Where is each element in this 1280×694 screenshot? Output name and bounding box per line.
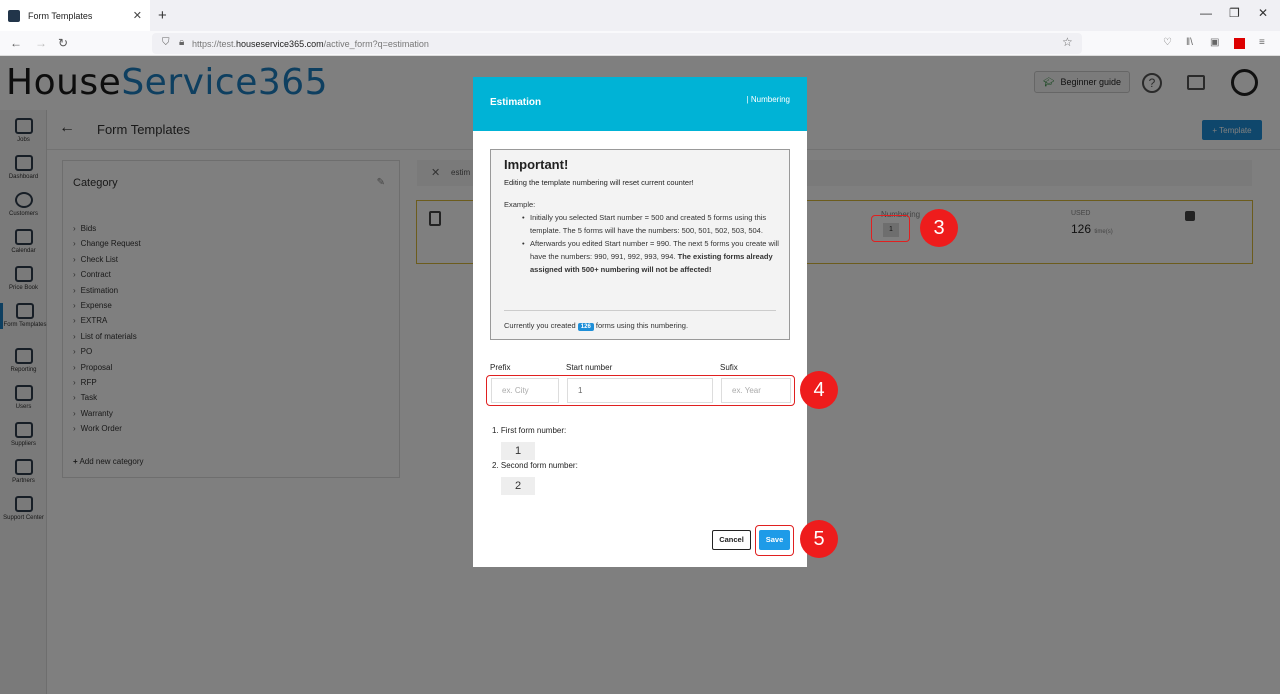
- reload-icon[interactable]: ↻: [58, 36, 68, 50]
- prefix-label: Prefix: [490, 363, 511, 372]
- count-suffix: forms using this numbering.: [595, 321, 689, 330]
- modal-header: Estimation | Numbering: [473, 77, 807, 131]
- favicon-icon: [8, 9, 20, 22]
- numbering-modal: Estimation | Numbering Important! Editin…: [473, 77, 807, 567]
- menu-icon[interactable]: ≡: [1259, 37, 1265, 48]
- url-path: /active_form?q=estimation: [323, 38, 429, 49]
- important-warning: Editing the template numbering will rese…: [504, 178, 694, 187]
- url-toolbar: ← → ↻ https://test. houseservice365.com/a…: [0, 31, 1280, 56]
- forward-icon[interactable]: →: [35, 36, 47, 50]
- highlight-save: [755, 525, 794, 556]
- first-form-number-label: 1. First form number:: [492, 426, 567, 435]
- back-icon[interactable]: ←: [10, 36, 22, 50]
- example-item-2: Afterwards you edited Start number = 990…: [522, 237, 780, 276]
- tab-close-icon[interactable]: ✕: [133, 9, 142, 22]
- count-badge: 126: [577, 323, 594, 331]
- bookmark-star-icon[interactable]: ☆: [1062, 35, 1073, 49]
- lock-icon[interactable]: 🔒︎: [179, 37, 184, 48]
- example-list: Initially you selected Start number = 50…: [522, 211, 780, 276]
- library-icon[interactable]: ‖\: [1186, 37, 1193, 48]
- second-form-number-label: 2. Second form number:: [492, 461, 578, 470]
- url-prefix: https://test.: [192, 38, 237, 49]
- important-notice: Important! Editing the template numberin…: [490, 149, 790, 340]
- suffix-label: Sufix: [720, 363, 738, 372]
- divider: [504, 310, 776, 311]
- modal-title: Estimation: [490, 97, 542, 108]
- minimize-icon[interactable]: —: [1200, 6, 1212, 20]
- browser-tab[interactable]: Form Templates ✕: [0, 0, 150, 31]
- count-prefix: Currently you created: [504, 321, 576, 330]
- restore-icon[interactable]: ❐: [1229, 6, 1240, 20]
- shield-icon[interactable]: ⛉: [162, 37, 170, 48]
- url-host: houseservice365.com: [236, 38, 324, 49]
- url-field[interactable]: https://test. houseservice365.com/active_…: [152, 33, 1082, 54]
- step-marker-4: 4: [800, 371, 838, 409]
- pocket-icon[interactable]: ♡: [1163, 37, 1172, 48]
- new-tab-button[interactable]: +: [158, 7, 167, 24]
- important-title: Important!: [504, 157, 569, 172]
- sidebar-toggle-icon[interactable]: ▣: [1210, 37, 1219, 48]
- count-line: Currently you created 126 forms using th…: [504, 321, 688, 331]
- browser-tabbar: Form Templates ✕ + — ❐ ✕: [0, 0, 1280, 31]
- modal-subtitle: | Numbering: [746, 95, 790, 104]
- second-form-number-value: 2: [501, 477, 535, 495]
- step-marker-5: 5: [800, 520, 838, 558]
- close-window-icon[interactable]: ✕: [1258, 6, 1268, 20]
- tab-title: Form Templates: [28, 10, 93, 21]
- highlight-numbering: [871, 215, 910, 242]
- example-label: Example:: [504, 200, 536, 209]
- step-marker-3: 3: [920, 209, 958, 247]
- cancel-button[interactable]: Cancel: [712, 530, 751, 550]
- start-number-label: Start number: [566, 363, 613, 372]
- highlight-inputs: [486, 375, 795, 406]
- example-item-1: Initially you selected Start number = 50…: [522, 211, 780, 237]
- extension-icon[interactable]: [1234, 38, 1245, 49]
- first-form-number-value: 1: [501, 442, 535, 460]
